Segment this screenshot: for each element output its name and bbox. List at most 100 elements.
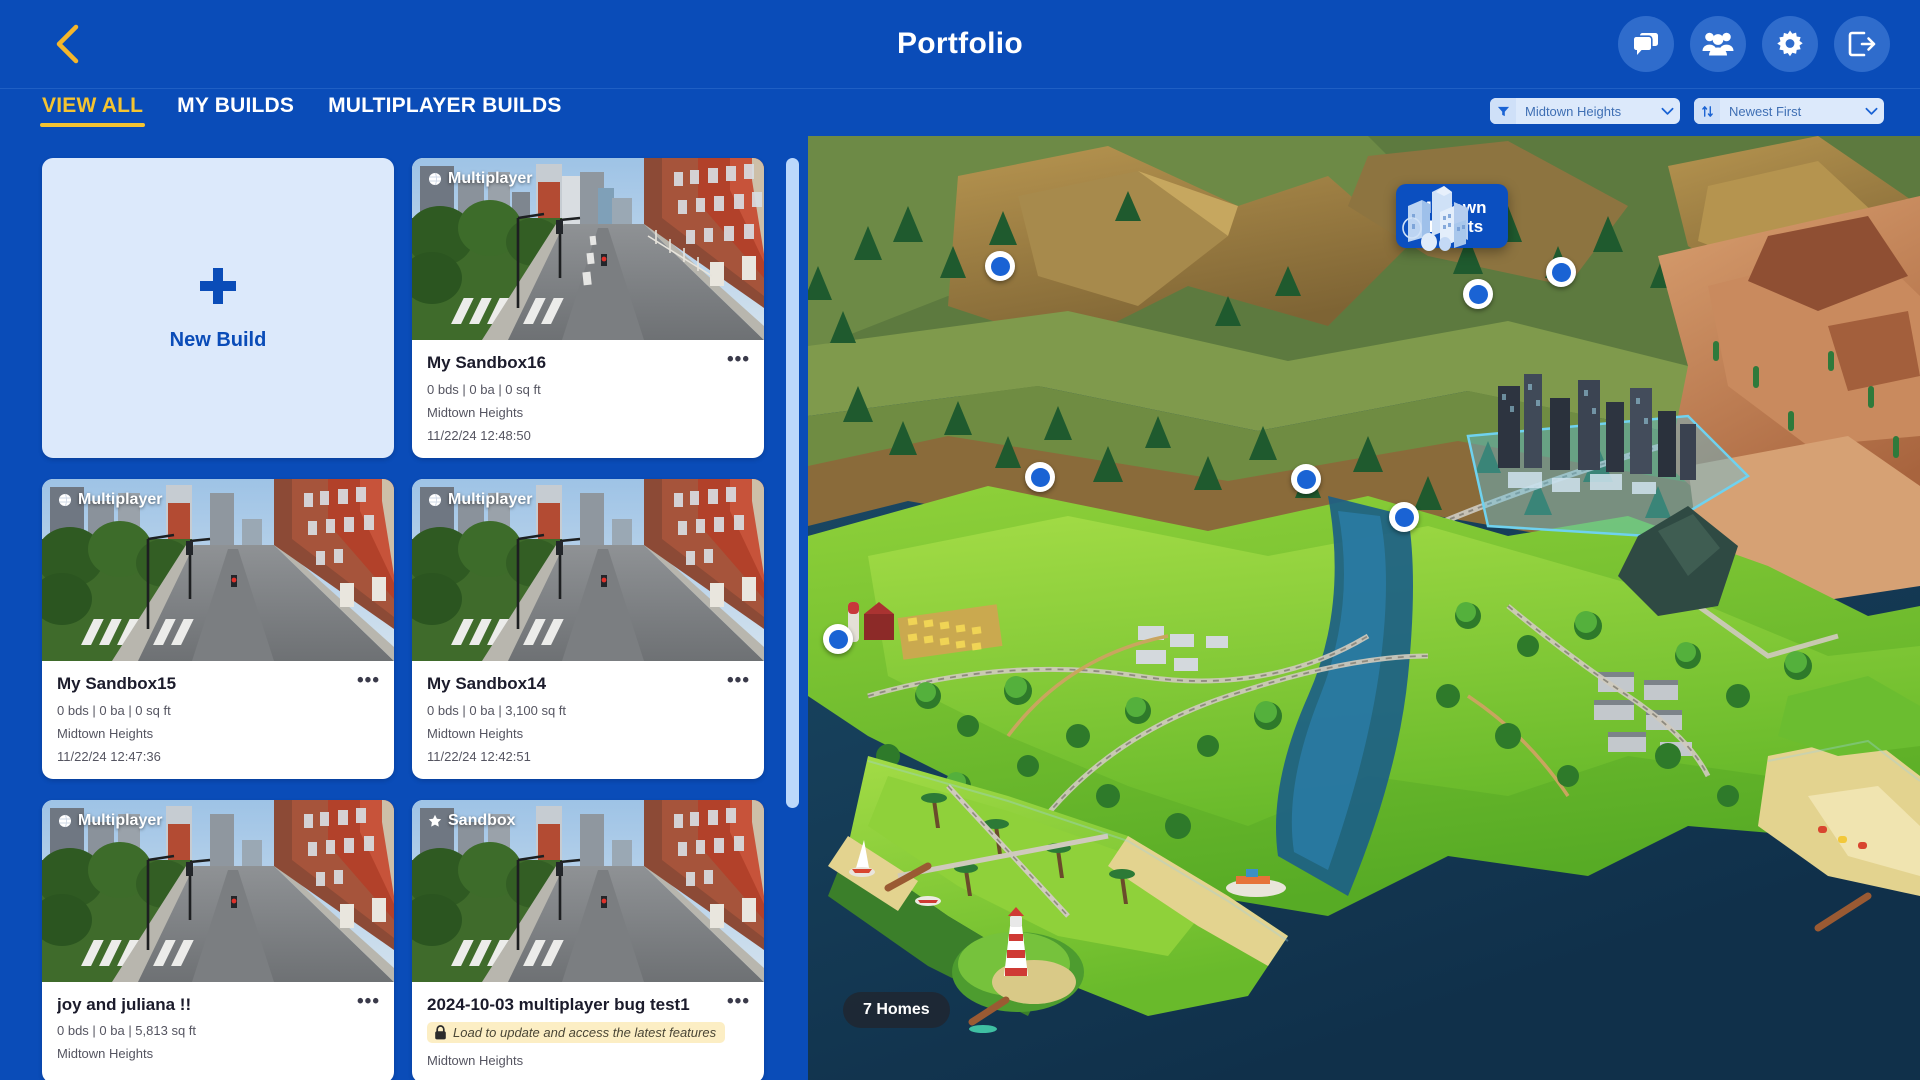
map-pin[interactable] bbox=[1025, 462, 1055, 492]
portfolio-screen: Portfolio VIEW ALL MY BUILDS MULTIPLAYER… bbox=[0, 0, 1920, 1080]
build-location: Midtown Heights bbox=[57, 725, 154, 741]
build-menu-button[interactable]: ••• bbox=[727, 671, 750, 691]
builds-grid: New Build Multiplayer My Sandbox16 ••• 0… bbox=[42, 158, 764, 1080]
friends-button[interactable] bbox=[1690, 16, 1746, 72]
card-badge-label: Multiplayer bbox=[448, 491, 533, 508]
build-timestamp: 11/22/24 12:47:36 bbox=[57, 748, 161, 764]
build-card[interactable]: Sandbox 2024-10-03 multiplayer bug test1… bbox=[412, 799, 764, 1080]
map-pin-icon bbox=[1296, 469, 1316, 489]
build-title: My Sandbox14 bbox=[427, 674, 547, 693]
friends-icon bbox=[1702, 32, 1734, 56]
kayak bbox=[969, 1025, 997, 1033]
map-pin[interactable] bbox=[1389, 502, 1419, 532]
build-card-body: My Sandbox15 ••• 0 bds | 0 ba | 0 sq ft … bbox=[42, 661, 394, 779]
build-timestamp: 11/22/24 12:42:51 bbox=[427, 748, 531, 764]
build-specs: 0 bds | 0 ba | 3,100 sq ft bbox=[427, 702, 567, 718]
map-pin[interactable] bbox=[985, 251, 1015, 281]
globe-icon bbox=[429, 493, 441, 507]
sort-dropdown[interactable]: Newest First bbox=[1694, 98, 1884, 124]
build-warning-text: Load to update and access the latest fea… bbox=[453, 1025, 717, 1041]
map-pin-icon bbox=[1468, 284, 1488, 304]
map-pin-icon bbox=[1030, 467, 1050, 487]
map-pin[interactable] bbox=[1463, 279, 1493, 309]
map-pin-icon bbox=[1551, 262, 1571, 282]
map-pin-icon bbox=[828, 629, 848, 649]
build-title: joy and juliana !! bbox=[57, 994, 192, 1014]
build-location: Midtown Heights bbox=[427, 725, 524, 741]
map-pin[interactable] bbox=[1291, 464, 1321, 494]
app-header: Portfolio bbox=[0, 0, 1920, 89]
logout-button[interactable] bbox=[1834, 16, 1890, 72]
sort-value: Newest First bbox=[1729, 103, 1802, 119]
build-thumbnail: Multiplayer bbox=[42, 799, 394, 982]
place-card-midtown-heights[interactable]: Midtown Heights bbox=[1396, 184, 1508, 251]
build-card[interactable]: Multiplayer My Sandbox16 ••• 0 bds | 0 b… bbox=[412, 158, 764, 458]
motorboat bbox=[915, 896, 941, 906]
city-skyline-icon bbox=[1402, 186, 1468, 251]
builds-scrollbar-thumb[interactable] bbox=[786, 158, 799, 808]
tab-list: VIEW ALL MY BUILDS MULTIPLAYER BUILDS bbox=[40, 89, 564, 136]
build-title: My Sandbox16 bbox=[427, 353, 547, 372]
build-title: My Sandbox15 bbox=[57, 674, 177, 693]
new-build-label: New Build bbox=[169, 329, 267, 351]
chat-button[interactable] bbox=[1618, 16, 1674, 72]
build-menu-button[interactable]: ••• bbox=[357, 671, 380, 691]
build-thumbnail: Sandbox bbox=[412, 799, 764, 982]
build-card-body: My Sandbox16 ••• 0 bds | 0 ba | 0 sq ft … bbox=[412, 340, 764, 458]
build-location: Midtown Heights bbox=[427, 1053, 524, 1069]
logout-icon bbox=[1848, 31, 1876, 57]
lock-icon bbox=[435, 1025, 446, 1040]
tabs-bar: VIEW ALL MY BUILDS MULTIPLAYER BUILDS Mi… bbox=[0, 89, 1920, 136]
build-title: 2024-10-03 multiplayer bug test1 bbox=[427, 994, 690, 1014]
new-build-card[interactable]: New Build bbox=[42, 158, 394, 458]
settings-button[interactable] bbox=[1762, 16, 1818, 72]
chevron-down-icon bbox=[1858, 107, 1884, 116]
location-filter-dropdown[interactable]: Midtown Heights bbox=[1490, 98, 1680, 124]
chat-icon bbox=[1632, 33, 1658, 55]
globe-icon bbox=[59, 493, 71, 507]
build-card[interactable]: Multiplayer My Sandbox15 ••• 0 bds | 0 b… bbox=[42, 479, 394, 779]
card-badge: Sandbox bbox=[428, 812, 516, 830]
tab-my-builds[interactable]: MY BUILDS bbox=[175, 89, 296, 118]
build-card-body: joy and juliana !! ••• 0 bds | 0 ba | 5,… bbox=[42, 982, 394, 1077]
build-menu-button[interactable]: ••• bbox=[357, 991, 380, 1011]
filter-icon bbox=[1490, 98, 1516, 124]
tab-multiplayer-builds[interactable]: MULTIPLAYER BUILDS bbox=[326, 89, 563, 118]
build-menu-button[interactable]: ••• bbox=[727, 991, 750, 1011]
map-pin[interactable] bbox=[1546, 257, 1576, 287]
card-badge: Multiplayer bbox=[58, 812, 162, 830]
card-badge: Multiplayer bbox=[58, 491, 162, 509]
low-poly-terrain-image bbox=[808, 136, 1920, 1080]
world-map[interactable]: Midtown Heights 7 Homes bbox=[808, 136, 1920, 1080]
card-badge-label: Multiplayer bbox=[78, 811, 163, 829]
sort-arrows-icon bbox=[1694, 98, 1720, 124]
globe-icon bbox=[59, 814, 71, 827]
gear-icon bbox=[1777, 30, 1803, 57]
build-menu-button[interactable]: ••• bbox=[727, 350, 750, 370]
plus-icon bbox=[196, 264, 240, 313]
build-specs: 0 bds | 0 ba | 5,813 sq ft bbox=[57, 1023, 197, 1039]
homes-count-badge[interactable]: 7 Homes bbox=[843, 992, 950, 1028]
card-badge-label: Sandbox bbox=[448, 811, 516, 829]
build-specs: 0 bds | 0 ba | 0 sq ft bbox=[57, 702, 171, 718]
build-thumbnail: Multiplayer bbox=[412, 158, 764, 340]
chevron-down-icon bbox=[1654, 107, 1680, 116]
build-card-body: 2024-10-03 multiplayer bug test1 ••• Loa… bbox=[412, 982, 764, 1080]
builds-list-panel: New Build Multiplayer My Sandbox16 ••• 0… bbox=[0, 136, 808, 1080]
header-actions bbox=[1618, 16, 1890, 72]
tab-view-all[interactable]: VIEW ALL bbox=[40, 89, 146, 127]
build-card[interactable]: Multiplayer My Sandbox14 ••• 0 bds | 0 b… bbox=[412, 479, 764, 779]
card-badge: Multiplayer bbox=[428, 170, 532, 188]
build-card-body: My Sandbox14 ••• 0 bds | 0 ba | 3,100 sq… bbox=[412, 661, 764, 779]
globe-icon bbox=[429, 172, 441, 186]
card-badge-label: Multiplayer bbox=[78, 491, 163, 508]
card-badge: Multiplayer bbox=[428, 491, 532, 509]
build-card[interactable]: Multiplayer joy and juliana !! ••• 0 bds… bbox=[42, 799, 394, 1080]
map-pin-icon bbox=[990, 256, 1010, 276]
build-specs: 0 bds | 0 ba | 0 sq ft bbox=[427, 381, 541, 397]
map-pin[interactable] bbox=[823, 624, 853, 654]
filter-controls: Midtown Heights Newest First bbox=[1490, 98, 1884, 124]
build-timestamp: 11/22/24 12:48:50 bbox=[427, 427, 531, 443]
map-pin-icon bbox=[1394, 507, 1414, 527]
build-warning-banner: Load to update and access the latest fea… bbox=[427, 1022, 726, 1044]
